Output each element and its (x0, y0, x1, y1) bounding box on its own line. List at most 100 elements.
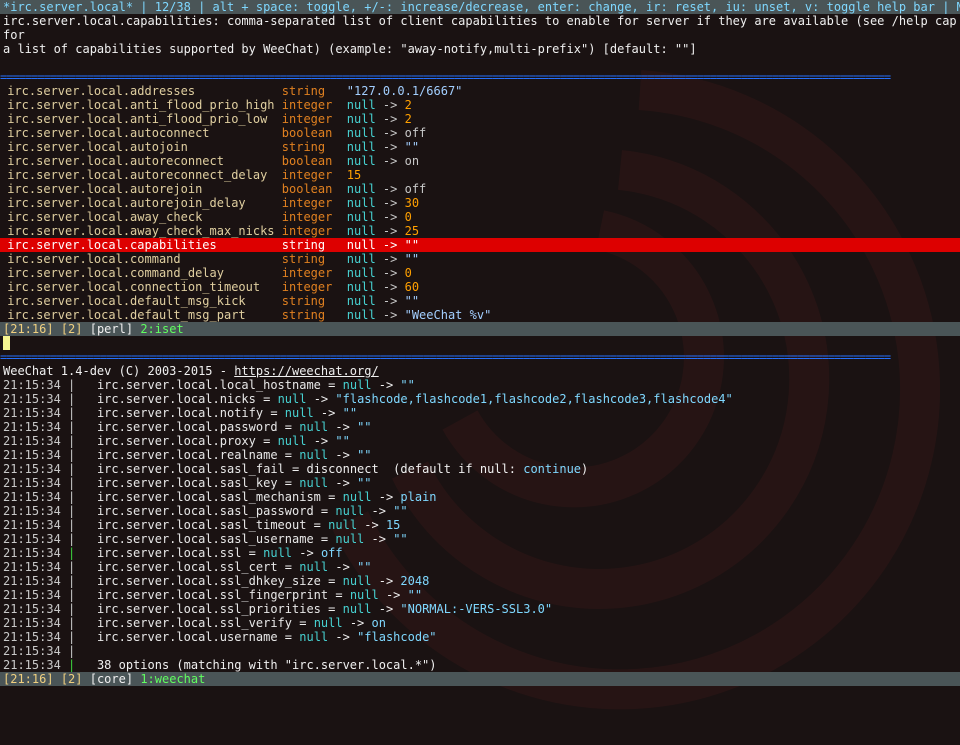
log-option: irc.server.local.ssl_verify (97, 616, 292, 630)
log-timestamp: 21:15:34 (3, 392, 68, 406)
log-timestamp: 21:15:34 (3, 518, 68, 532)
log-option: irc.server.local.username (97, 630, 278, 644)
log-null: null (299, 420, 328, 434)
log-row: 21:15:34 | irc.server.local.ssl_verify =… (0, 616, 960, 630)
option-type: boolean (282, 154, 347, 168)
option-null: null (347, 196, 376, 210)
equals-sign: = (278, 476, 300, 490)
option-key: irc.server.local.default_msg_kick (0, 294, 282, 308)
option-value: 0 (405, 210, 412, 224)
log-null: null (350, 588, 379, 602)
option-row[interactable]: irc.server.local.default_msg_kick string… (0, 294, 960, 308)
arrow-icon: -> (376, 210, 405, 224)
arrow-icon: -> (364, 532, 393, 546)
option-row[interactable]: irc.server.local.autoreconnect_delay int… (0, 168, 960, 182)
log-option: irc.server.local.sasl_password (97, 504, 314, 518)
log-row: 21:15:34 | 38 options (matching with "ir… (0, 658, 960, 672)
option-row-selected[interactable]: irc.server.local.capabilities string nul… (0, 238, 960, 252)
log-timestamp: 21:15:34 (3, 378, 68, 392)
log-option: irc.server.local.sasl_timeout (97, 518, 307, 532)
option-row[interactable]: irc.server.local.autojoin string null ->… (0, 140, 960, 154)
log-row: 21:15:34 | irc.server.local.ssl_prioriti… (0, 602, 960, 616)
option-key: irc.server.local.autorejoin_delay (0, 196, 282, 210)
pipe-icon: | (68, 448, 97, 462)
pipe-icon: | (68, 616, 97, 630)
log-null: null (299, 630, 328, 644)
option-row[interactable]: irc.server.local.autoreconnect boolean n… (0, 154, 960, 168)
arrow-icon: -> (376, 280, 405, 294)
option-type: integer (282, 98, 347, 112)
arrow-icon: -> (306, 392, 335, 406)
option-row[interactable]: irc.server.local.autorejoin boolean null… (0, 182, 960, 196)
option-row[interactable]: irc.server.local.away_check_max_nicks in… (0, 224, 960, 238)
equals-sign: = (328, 588, 350, 602)
input-line-top[interactable] (0, 336, 960, 350)
log-option: irc.server.local.realname (97, 448, 278, 462)
option-null: null (347, 126, 376, 140)
option-key: irc.server.local.autorejoin (0, 182, 282, 196)
status-buffer-name: 2:iset (140, 322, 183, 336)
option-row[interactable]: irc.server.local.anti_flood_prio_high in… (0, 98, 960, 112)
log-null: null (285, 406, 314, 420)
option-row[interactable]: irc.server.local.anti_flood_prio_low int… (0, 112, 960, 126)
option-value: on (405, 154, 419, 168)
option-key: irc.server.local.autoconnect (0, 126, 282, 140)
option-type: integer (282, 168, 347, 182)
log-option: irc.server.local.sasl_fail (97, 462, 285, 476)
option-row[interactable]: irc.server.local.autorejoin_delay intege… (0, 196, 960, 210)
log-row: 21:15:34 | irc.server.local.ssl = null -… (0, 546, 960, 560)
log-null: null (335, 504, 364, 518)
option-value: "127.0.0.1/6667" (347, 84, 463, 98)
pipe-icon: | (68, 532, 97, 546)
option-null: null (347, 252, 376, 266)
log-value: "" (335, 434, 349, 448)
log-timestamp: 21:15:34 (3, 546, 68, 560)
option-row[interactable]: irc.server.local.away_check integer null… (0, 210, 960, 224)
option-row[interactable]: irc.server.local.autoconnect boolean nul… (0, 126, 960, 140)
log-value: "NORMAL:-VERS-SSL3.0" (400, 602, 552, 616)
log-row: 21:15:34 | (0, 644, 960, 658)
option-row[interactable]: irc.server.local.default_msg_part string… (0, 308, 960, 322)
arrow-icon: -> (376, 294, 405, 308)
log-value: 2048 (400, 574, 429, 588)
arrow-icon: -> (357, 518, 386, 532)
input-line-bottom[interactable] (0, 686, 960, 700)
option-key: irc.server.local.anti_flood_prio_high (0, 98, 282, 112)
weechat-url[interactable]: https://weechat.org/ (234, 364, 379, 378)
arrow-icon: -> (376, 182, 405, 196)
option-value: "" (405, 140, 419, 154)
option-row[interactable]: irc.server.local.addresses string "127.0… (0, 84, 960, 98)
arrow-icon: -> (376, 266, 405, 280)
log-pane[interactable]: 21:15:34 | irc.server.local.local_hostna… (0, 378, 960, 672)
equals-sign: = (292, 616, 314, 630)
pipe-icon: | (68, 630, 97, 644)
pipe-icon: | (68, 588, 97, 602)
log-row: 21:15:34 | irc.server.local.ssl_dhkey_si… (0, 574, 960, 588)
option-type: string (282, 294, 347, 308)
pipe-icon: | (68, 574, 97, 588)
log-null: null (278, 392, 307, 406)
log-row: 21:15:34 | irc.server.local.sasl_timeout… (0, 518, 960, 532)
option-row[interactable]: irc.server.local.command string null -> … (0, 252, 960, 266)
equals-sign: = (278, 630, 300, 644)
option-type: string (282, 238, 347, 252)
options-list[interactable]: irc.server.local.addresses string "127.0… (0, 84, 960, 322)
log-value: "" (393, 504, 407, 518)
pipe-icon: | (68, 490, 97, 504)
log-timestamp: 21:15:34 (3, 658, 68, 672)
option-key: irc.server.local.default_msg_part (0, 308, 282, 322)
log-option: irc.server.local.proxy (97, 434, 256, 448)
log-timestamp: 21:15:34 (3, 644, 68, 658)
log-option: irc.server.local.sasl_key (97, 476, 278, 490)
arrow-icon: -> (306, 434, 335, 448)
log-value: "" (357, 560, 371, 574)
option-key: irc.server.local.anti_flood_prio_low (0, 112, 282, 126)
option-row[interactable]: irc.server.local.connection_timeout inte… (0, 280, 960, 294)
log-row: 21:15:34 | irc.server.local.username = n… (0, 630, 960, 644)
pipe-icon: | (68, 434, 97, 448)
option-type: integer (282, 224, 347, 238)
option-type: string (282, 252, 347, 266)
log-row: 21:15:34 | irc.server.local.sasl_mechani… (0, 490, 960, 504)
option-type: string (282, 308, 347, 322)
option-row[interactable]: irc.server.local.command_delay integer n… (0, 266, 960, 280)
